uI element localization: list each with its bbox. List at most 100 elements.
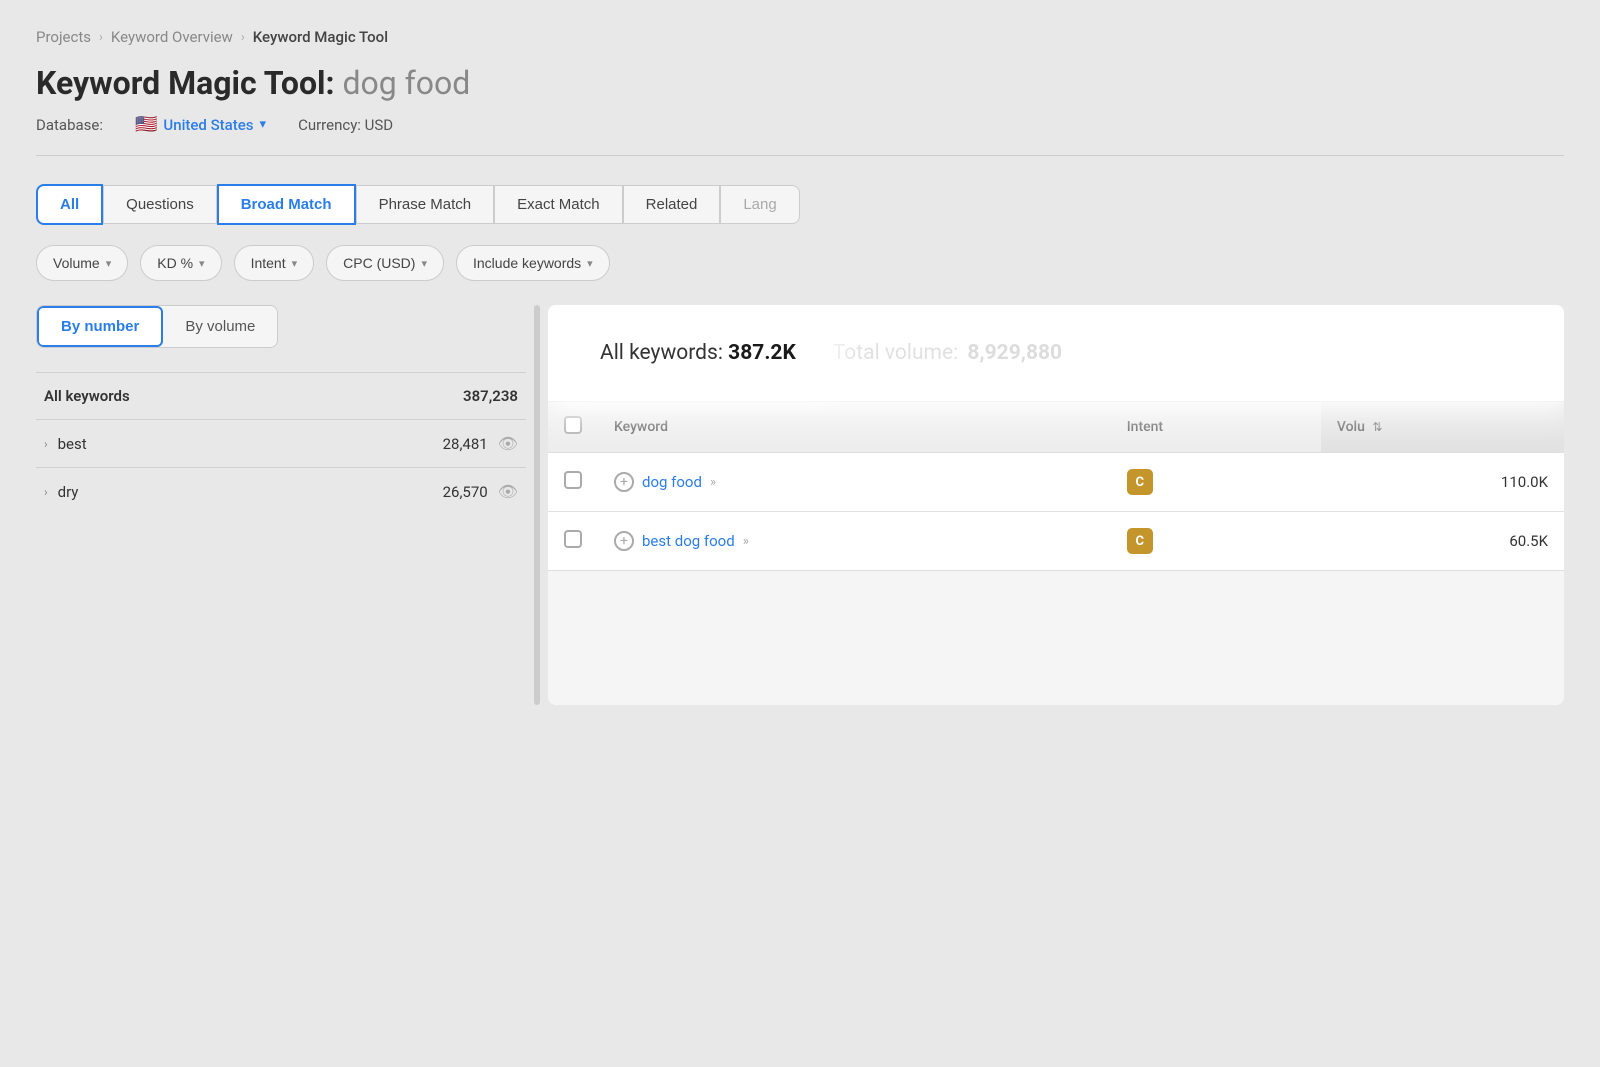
tabs-row: All Questions Broad Match Phrase Match E… bbox=[36, 184, 1564, 225]
results-table: Keyword Intent Volu ⇅ bbox=[548, 402, 1564, 571]
kw-dry-expand[interactable]: › bbox=[44, 485, 48, 499]
filter-cpc-chevron: ▾ bbox=[421, 257, 427, 270]
tab-lang[interactable]: Lang bbox=[720, 185, 799, 224]
kw-dry-left: › dry bbox=[44, 483, 78, 501]
row1-checkbox[interactable] bbox=[564, 471, 582, 489]
summary-all-value: 387.2K bbox=[728, 341, 796, 365]
tab-phrase-match[interactable]: Phrase Match bbox=[356, 185, 495, 224]
filter-include-label: Include keywords bbox=[473, 255, 581, 271]
summary-bar: All keywords: 387.2K Total volume: 8,929… bbox=[548, 305, 1564, 402]
kw-all-count: 387,238 bbox=[463, 387, 518, 405]
row2-intent-cell: C bbox=[1111, 512, 1321, 571]
page-container: Projects › Keyword Overview › Keyword Ma… bbox=[0, 0, 1600, 733]
row2-add-icon[interactable]: + bbox=[614, 531, 634, 551]
kw-best-count: 28,481 bbox=[443, 435, 488, 453]
row2-checkbox[interactable] bbox=[564, 530, 582, 548]
kw-dry-count: 26,570 bbox=[443, 483, 488, 501]
breadcrumb-sep-1: › bbox=[99, 30, 103, 45]
table-row: + dog food » C 110.0K bbox=[548, 453, 1564, 512]
left-panel: By number By volume All keywords 387,238… bbox=[36, 305, 526, 705]
row1-intent-badge: C bbox=[1127, 469, 1153, 495]
row2-arrows: » bbox=[743, 534, 749, 549]
th-keyword: Keyword bbox=[598, 402, 1111, 453]
country-name: United States bbox=[163, 116, 253, 134]
row2-checkbox-cell bbox=[548, 512, 598, 571]
currency-label: Currency: USD bbox=[298, 116, 393, 134]
view-toggle: By number By volume bbox=[36, 305, 278, 348]
main-content: By number By volume All keywords 387,238… bbox=[36, 305, 1564, 705]
kw-best-eye[interactable]: 👁 bbox=[498, 434, 518, 453]
th-volume[interactable]: Volu ⇅ bbox=[1321, 402, 1564, 453]
filter-intent-chevron: ▾ bbox=[292, 257, 298, 270]
th-intent: Intent bbox=[1111, 402, 1321, 453]
keyword-group-list: All keywords 387,238 › best 28,481 👁 bbox=[36, 372, 526, 515]
breadcrumb-keyword-overview[interactable]: Keyword Overview bbox=[111, 28, 233, 46]
row2-volume-cell: 60.5K bbox=[1321, 512, 1564, 571]
table-row: + best dog food » C 60.5K bbox=[548, 512, 1564, 571]
filter-kd-label: KD % bbox=[157, 255, 193, 271]
kw-best-label: best bbox=[58, 435, 87, 453]
filter-volume-chevron: ▾ bbox=[106, 257, 112, 270]
tab-exact-match[interactable]: Exact Match bbox=[494, 185, 623, 224]
database-chevron: ▾ bbox=[260, 117, 267, 132]
filter-volume-label: Volume bbox=[53, 255, 100, 271]
keyword-group-all: All keywords 387,238 bbox=[36, 372, 526, 419]
breadcrumb-sep-2: › bbox=[241, 30, 245, 45]
database-row: Database: 🇺🇸 United States ▾ Currency: U… bbox=[36, 114, 1564, 156]
kw-best-left: › best bbox=[44, 435, 87, 453]
toggle-by-number[interactable]: By number bbox=[37, 306, 163, 347]
row1-add-icon[interactable]: + bbox=[614, 472, 634, 492]
keyword-group-dry[interactable]: › dry 26,570 👁 bbox=[36, 467, 526, 515]
row2-keyword-link[interactable]: best dog food bbox=[642, 532, 735, 550]
panel-divider bbox=[534, 305, 540, 705]
right-panel: All keywords: 387.2K Total volume: 8,929… bbox=[548, 305, 1564, 705]
filter-include-chevron: ▾ bbox=[587, 257, 593, 270]
page-keyword: dog food bbox=[342, 64, 470, 102]
table-body: + dog food » C 110.0K bbox=[548, 453, 1564, 571]
kw-dry-eye[interactable]: 👁 bbox=[498, 482, 518, 501]
filter-intent-label: Intent bbox=[251, 255, 286, 271]
row2-intent-badge: C bbox=[1127, 528, 1153, 554]
tab-related[interactable]: Related bbox=[623, 185, 721, 224]
sort-icon: ⇅ bbox=[1372, 420, 1382, 434]
filter-cpc[interactable]: CPC (USD) ▾ bbox=[326, 245, 444, 281]
kw-dry-label: dry bbox=[58, 483, 79, 501]
database-selector[interactable]: 🇺🇸 United States ▾ bbox=[135, 114, 266, 135]
database-label: Database: bbox=[36, 116, 103, 134]
row1-arrows: » bbox=[710, 475, 716, 490]
kw-all-left: All keywords bbox=[44, 387, 130, 405]
summary-total-value: 8,929,880 bbox=[967, 341, 1062, 365]
filter-row: Volume ▾ KD % ▾ Intent ▾ CPC (USD) ▾ Inc… bbox=[36, 245, 1564, 281]
filter-include-keywords[interactable]: Include keywords ▾ bbox=[456, 245, 610, 281]
filter-kd-chevron: ▾ bbox=[199, 257, 205, 270]
tab-questions[interactable]: Questions bbox=[103, 185, 217, 224]
breadcrumb-current: Keyword Magic Tool bbox=[253, 28, 388, 46]
filter-intent[interactable]: Intent ▾ bbox=[234, 245, 315, 281]
summary-highlight: All keywords: 387.2K bbox=[572, 325, 824, 381]
th-checkbox bbox=[548, 402, 598, 453]
row1-keyword-cell: + dog food » bbox=[598, 453, 1111, 512]
breadcrumb-projects[interactable]: Projects bbox=[36, 28, 91, 46]
th-volume-label: Volu bbox=[1337, 419, 1365, 435]
tab-broad-match[interactable]: Broad Match bbox=[217, 184, 356, 225]
page-title-text: Keyword Magic Tool: bbox=[36, 64, 335, 102]
row1-keyword-link[interactable]: dog food bbox=[642, 473, 702, 491]
summary-all-label: All keywords: bbox=[600, 341, 723, 365]
filter-cpc-label: CPC (USD) bbox=[343, 255, 415, 271]
row1-volume-cell: 110.0K bbox=[1321, 453, 1564, 512]
summary-total-label: Total volume: bbox=[833, 341, 958, 365]
kw-all-label: All keywords bbox=[44, 387, 130, 405]
country-flag: 🇺🇸 bbox=[135, 114, 157, 135]
tab-all[interactable]: All bbox=[36, 184, 103, 225]
breadcrumb: Projects › Keyword Overview › Keyword Ma… bbox=[36, 28, 1564, 46]
toggle-by-volume[interactable]: By volume bbox=[163, 308, 277, 345]
table-header: Keyword Intent Volu ⇅ bbox=[548, 402, 1564, 453]
kw-best-expand[interactable]: › bbox=[44, 437, 48, 451]
filter-volume[interactable]: Volume ▾ bbox=[36, 245, 128, 281]
summary-total: Total volume: 8,929,880 bbox=[833, 341, 1062, 365]
filter-kd[interactable]: KD % ▾ bbox=[140, 245, 221, 281]
keyword-group-best[interactable]: › best 28,481 👁 bbox=[36, 419, 526, 467]
row1-intent-cell: C bbox=[1111, 453, 1321, 512]
row2-keyword-cell: + best dog food » bbox=[598, 512, 1111, 571]
select-all-checkbox[interactable] bbox=[564, 416, 582, 434]
